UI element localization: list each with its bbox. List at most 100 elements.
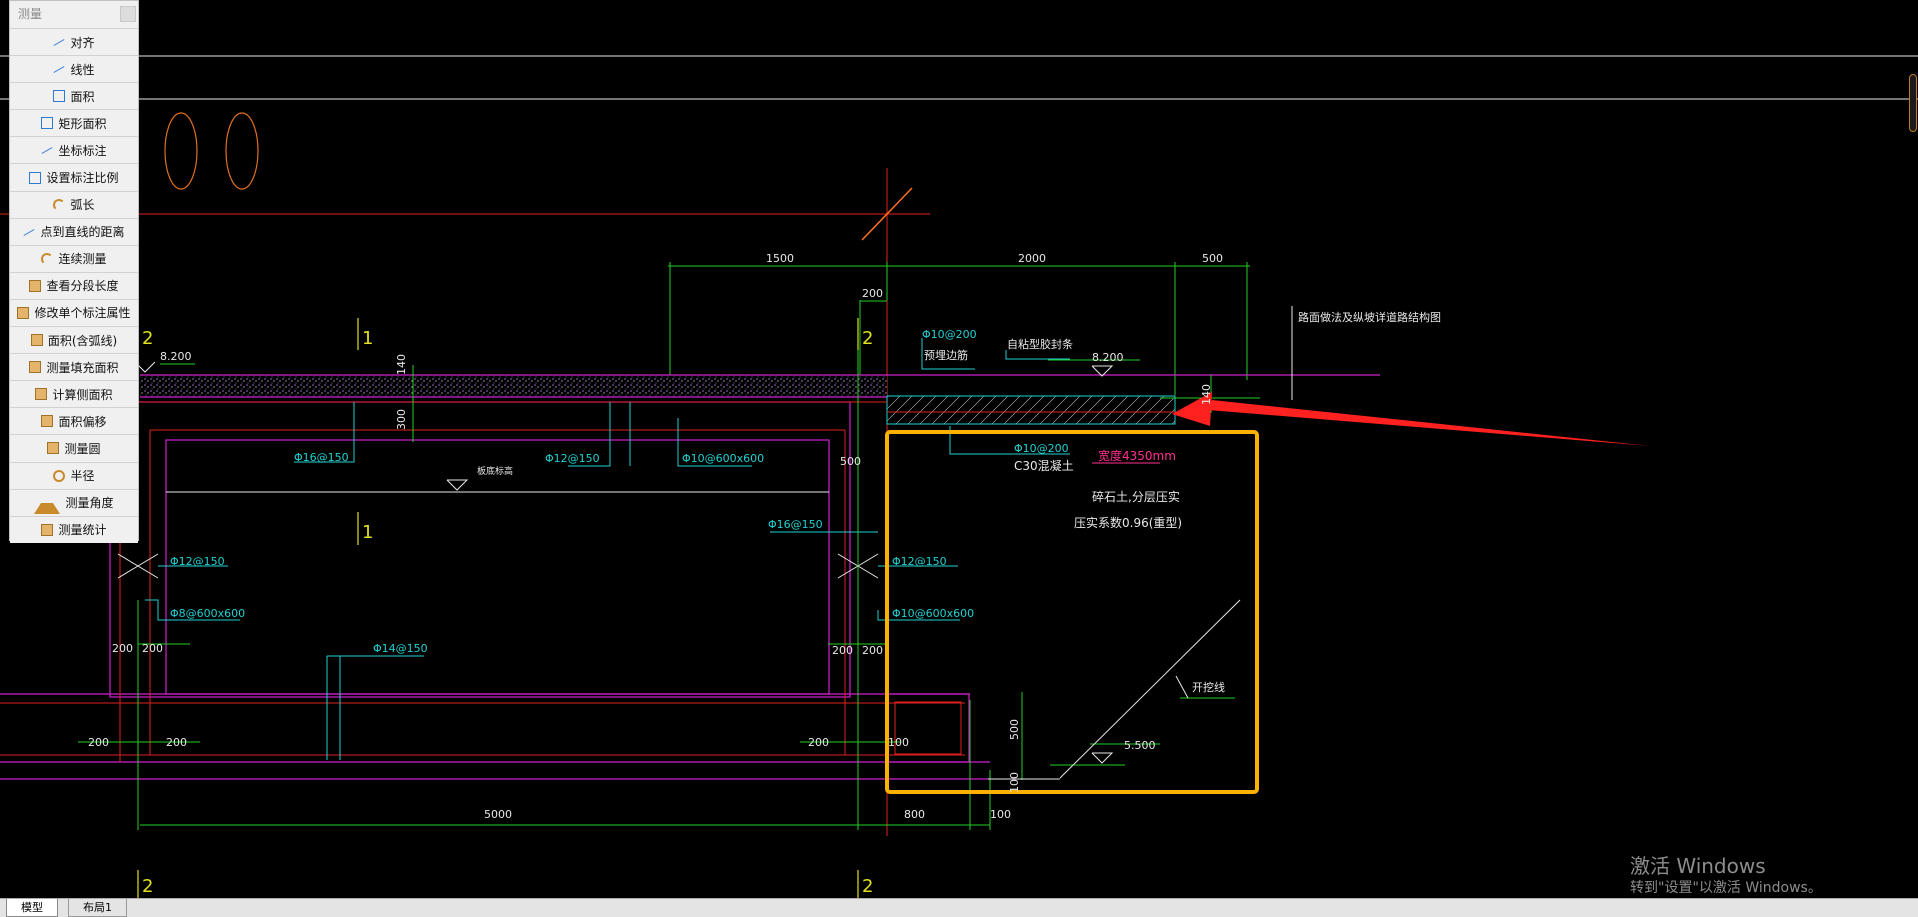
measure-item-2[interactable]: 面积 (10, 82, 138, 110)
radius-icon (53, 469, 66, 482)
width-note: 宽度4350mm (1098, 448, 1176, 463)
measure-item-label: 面积(含弧线) (47, 333, 118, 348)
tab-model[interactable]: 模型 (6, 899, 58, 917)
oval-1 (164, 112, 198, 190)
measure-item-5[interactable]: 设置标注比例 (10, 163, 138, 191)
dim-500-top: 500 (1202, 252, 1223, 265)
measure-item-label: 测量统计 (58, 523, 107, 538)
measure-item-8[interactable]: 连续测量 (10, 244, 138, 272)
segment-length-icon (29, 279, 42, 292)
rebar-b16-150-right: Φ16@150 (768, 518, 823, 531)
dim-140-b: 140 (1200, 384, 1213, 405)
rebar-b10-600-right: Φ10@600x600 (892, 607, 974, 620)
rebar-b10-600-top: Φ10@600x600 (682, 452, 764, 465)
align-dimension-icon (53, 36, 65, 48)
measure-panel: 测量 对齐线性面积矩形面积坐标标注设置标注比例 弧长点到直线的距离连续测量查看分段… (9, 0, 139, 543)
axis-label-2-br: 2 (862, 876, 873, 897)
measure-item-10[interactable]: 修改单个标注属性 (10, 298, 138, 327)
measure-item-label: 弧长 (70, 198, 95, 213)
arc-length-icon (53, 198, 66, 211)
measure-panel-title: 测量 (10, 1, 138, 28)
measure-item-label: 修改单个标注属性 (34, 306, 131, 321)
measure-item-1[interactable]: 线性 (10, 55, 138, 83)
tab-layout1[interactable]: 布局1 (68, 899, 127, 917)
rect-area-icon (41, 117, 54, 130)
note-right: 路面做法及纵坡详道路结构图 (1298, 310, 1441, 324)
measure-item-label: 测量角度 (65, 496, 114, 511)
axis-label-2-center: 2 (862, 328, 873, 349)
topping-label: 自粘型胶封条 (1007, 337, 1073, 351)
close-icon[interactable] (120, 6, 136, 22)
linear-dimension-icon (53, 63, 65, 75)
measure-item-0[interactable]: 对齐 (10, 28, 138, 56)
measure-item-label: 查看分段长度 (46, 279, 119, 294)
stone-edge-label: 预埋边筋 (924, 348, 968, 362)
measure-item-18[interactable]: 测量统计 (10, 515, 138, 543)
measure-item-17[interactable]: 测量角度 (10, 488, 138, 516)
slab-hatch-right (886, 395, 1176, 425)
layout-tab-bar: 模型 布局1 (0, 898, 1918, 917)
measure-item-7[interactable]: 点到直线的距离 (10, 217, 138, 245)
area-icon (53, 90, 66, 103)
measure-item-label: 对齐 (70, 35, 95, 50)
measure-item-12[interactable]: 测量填充面积 (10, 353, 138, 381)
rebar-b12-150-top: Φ12@150 (545, 452, 600, 465)
measure-item-3[interactable]: 矩形面积 (10, 109, 138, 137)
side-area-icon (35, 388, 48, 401)
culvert-inner (165, 439, 830, 695)
measure-item-4[interactable]: 坐标标注 (10, 136, 138, 164)
cad-drawing-canvas[interactable]: 1500 2000 500 200 140 300 140 500 200 20… (0, 0, 1918, 916)
dim-500-mid: 500 (840, 455, 861, 468)
level-8200-left: 8.200 (160, 350, 192, 363)
culvert-outer (109, 401, 851, 698)
road-surface-hatch (140, 375, 887, 397)
measure-item-label: 面积偏移 (58, 414, 107, 429)
vertical-scroll-thumb[interactable] (1909, 74, 1917, 132)
measure-item-label: 连续测量 (58, 252, 107, 267)
dim-300: 300 (395, 409, 408, 430)
measure-item-6[interactable]: 弧长 (10, 190, 138, 218)
dim-200-l2: 200 (142, 642, 163, 655)
measure-item-11[interactable]: 面积(含弧线) (10, 326, 138, 354)
dim-200-top: 200 (862, 287, 883, 300)
dim-100-vert: 100 (1008, 772, 1021, 793)
measure-item-15[interactable]: 测量圆 (10, 434, 138, 462)
measure-item-14[interactable]: 面积偏移 (10, 407, 138, 435)
oval-2 (225, 112, 259, 190)
coordinate-icon (41, 144, 53, 156)
tab-layout1-label: 布局1 (83, 901, 112, 914)
measure-item-label: 矩形面积 (58, 116, 107, 131)
edit-dimension-icon (17, 306, 30, 319)
right-box-magenta (886, 693, 970, 763)
measure-item-label: 测量填充面积 (46, 360, 119, 375)
measure-item-label: 线性 (70, 62, 95, 77)
axis-label-1-top: 1 (362, 328, 373, 349)
measure-item-9[interactable]: 查看分段长度 (10, 271, 138, 299)
measure-item-16[interactable]: 半径 (10, 461, 138, 489)
x-mark-left (117, 553, 159, 579)
scale-icon (29, 171, 42, 184)
measure-item-label: 测量圆 (64, 441, 101, 456)
rebar-b10-200-top: Φ10@200 (922, 328, 977, 341)
dim-800: 800 (904, 808, 925, 821)
measure-panel-title-text: 测量 (18, 7, 43, 21)
dim-100-bot: 100 (990, 808, 1011, 821)
rebar-b8-600: Φ8@600x600 (170, 607, 245, 620)
measure-item-13[interactable]: 计算侧面积 (10, 380, 138, 408)
statistics-icon (41, 523, 54, 536)
point-line-distance-icon (23, 226, 35, 238)
continuous-measure-icon (41, 252, 54, 265)
axis-label-2-bl: 2 (142, 876, 153, 897)
red-arrow (1172, 392, 1650, 446)
measure-item-label: 设置标注比例 (46, 171, 119, 186)
rebar-b16-150-left: Φ16@150 (294, 451, 349, 464)
dim-200-b3: 200 (808, 736, 829, 749)
activation-watermark-title: 激活 Windows (1630, 854, 1766, 878)
dim-1500: 1500 (766, 252, 794, 265)
level-5500: 5.500 (1124, 739, 1156, 752)
measure-item-label: 半径 (70, 469, 95, 484)
measure-item-label: 面积 (70, 89, 95, 104)
concrete-label: C30混凝土 (1014, 458, 1074, 473)
dim-500-vert: 500 (1008, 719, 1021, 740)
axis-label-2-left: 2 (142, 328, 153, 349)
